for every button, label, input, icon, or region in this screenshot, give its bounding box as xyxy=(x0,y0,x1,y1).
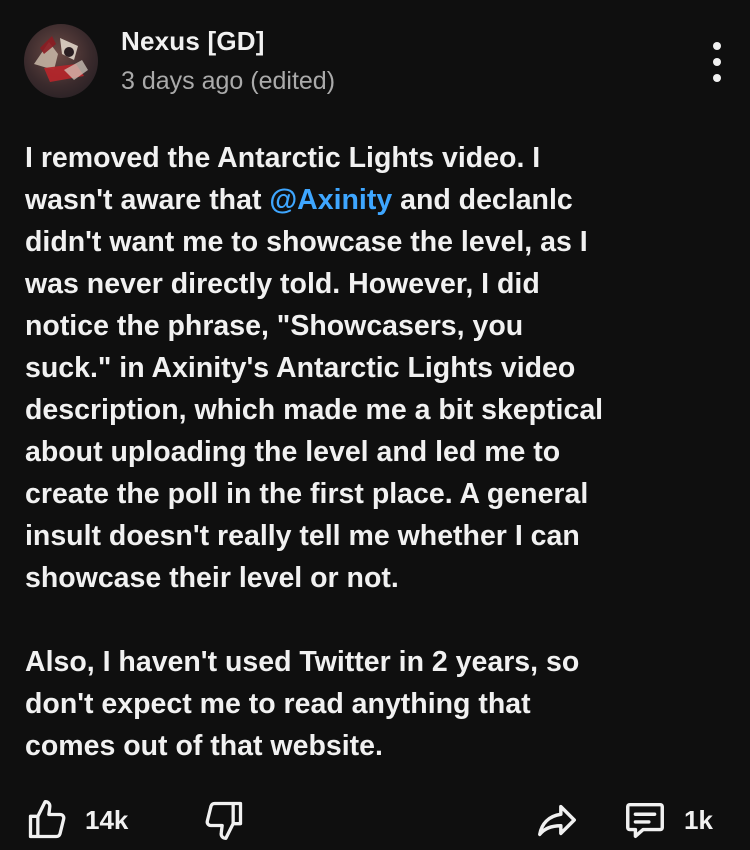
comment-line: notice the phrase, "Showcasers, you xyxy=(25,310,524,342)
comment-line: was never directly told. However, I did xyxy=(25,268,540,300)
comment-line: create the poll in the first place. A ge… xyxy=(25,478,589,510)
comment-line: comes out of that website. xyxy=(25,730,383,762)
share-button[interactable] xyxy=(534,792,580,848)
comment-line: suck." in Axinity's Antarctic Lights vid… xyxy=(25,352,576,384)
share-icon xyxy=(538,804,576,837)
reply-button[interactable]: 1k xyxy=(622,792,713,848)
comment-line: showcase their level or not. xyxy=(25,562,399,594)
menu-dot xyxy=(713,42,721,50)
menu-dot xyxy=(713,74,721,82)
avatar[interactable] xyxy=(24,24,98,98)
comment-line: Also, I haven't used Twitter in 2 years,… xyxy=(25,646,580,678)
comment-line: about uploading the level and led me to xyxy=(25,436,561,468)
comment-text-segment: wasn't aware that xyxy=(25,184,270,216)
more-vertical-icon[interactable] xyxy=(703,42,731,82)
menu-dot xyxy=(713,58,721,66)
avatar-image xyxy=(34,36,88,82)
mention-link[interactable]: @Axinity xyxy=(269,184,392,216)
thumbs-down-icon xyxy=(205,801,243,840)
comment-line: wasn't aware that @Axinity and declanlc xyxy=(25,179,725,221)
comment-icon xyxy=(626,802,664,839)
thumbs-up-icon xyxy=(28,800,66,839)
comment-timestamp: 3 days ago (edited) xyxy=(121,67,336,95)
like-button[interactable]: 14k xyxy=(25,792,128,848)
comment-text-segment: and declanlc xyxy=(392,184,573,216)
comment-line: didn't want me to showcase the level, as… xyxy=(25,226,588,258)
comment-actions: 14k 1k xyxy=(0,792,750,848)
comment-text: I removed the Antarctic Lights video. I … xyxy=(25,137,725,767)
comment-line: insult doesn't really tell me whether I … xyxy=(25,520,580,552)
comment-line: I removed the Antarctic Lights video. I xyxy=(25,142,541,174)
dislike-button[interactable] xyxy=(202,792,246,848)
like-count: 14k xyxy=(85,804,129,835)
comment-line: description, which made me a bit skeptic… xyxy=(25,394,604,426)
author-name[interactable]: Nexus [GD] xyxy=(121,26,265,57)
reply-count: 1k xyxy=(684,804,713,835)
comment-line: don't expect me to read anything that xyxy=(25,688,531,720)
